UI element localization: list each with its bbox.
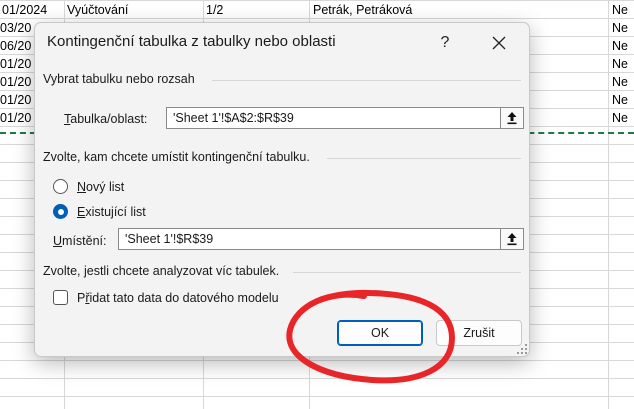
cell[interactable]: 01/20	[0, 73, 34, 91]
collapse-dialog-icon	[507, 233, 517, 246]
section-divider	[327, 158, 521, 159]
help-button[interactable]: ?	[431, 29, 459, 57]
location-label: Umístění:	[53, 234, 107, 248]
cancel-button[interactable]: Zrušit	[436, 320, 522, 346]
cell[interactable]: 01/20	[0, 91, 34, 109]
table-range-collapse-button[interactable]	[500, 107, 524, 129]
radio-existing-sheet-label[interactable]: Existující list	[77, 205, 146, 219]
section-placement: Zvolte, kam chcete umístit kontingenční …	[43, 150, 310, 164]
cell[interactable]: Ne	[612, 37, 634, 55]
cell[interactable]: 01/20	[0, 109, 34, 127]
close-button[interactable]	[485, 29, 513, 57]
cell[interactable]: Petrák, Petráková	[313, 1, 603, 19]
section-choose-table: Vybrat tabulku nebo rozsah	[43, 72, 195, 86]
cell[interactable]: Ne	[612, 73, 634, 91]
cell[interactable]: Ne	[612, 1, 634, 19]
cell[interactable]: Ne	[612, 55, 634, 73]
table-range-label: Tabulka/oblast:	[64, 112, 148, 126]
cell[interactable]: 01/20	[0, 55, 34, 73]
section-multiple-tables: Zvolte, jestli chcete analyzovat víc tab…	[43, 264, 280, 278]
cell[interactable]: 06/20	[0, 37, 34, 55]
cell[interactable]: 03/20	[0, 19, 34, 37]
row-divider	[0, 360, 634, 361]
data-model-checkbox-label[interactable]: Přidat tato data do datového modelu	[77, 291, 279, 305]
radio-new-sheet-label[interactable]: Nový list	[77, 180, 124, 194]
cell[interactable]: 01/2024	[2, 1, 62, 19]
section-divider	[293, 272, 521, 273]
data-model-checkbox[interactable]	[53, 290, 68, 305]
cell[interactable]: 1/2	[206, 1, 306, 19]
cell[interactable]: Ne	[612, 91, 634, 109]
location-input[interactable]	[119, 229, 499, 249]
dialog-title: Kontingenční tabulka z tabulky nebo obla…	[47, 33, 336, 50]
section-divider	[212, 80, 521, 81]
table-range-input[interactable]	[167, 108, 499, 128]
radio-new-sheet[interactable]	[53, 179, 68, 194]
location-field	[118, 228, 524, 250]
location-collapse-button[interactable]	[500, 228, 524, 250]
cell[interactable]: Ne	[612, 19, 634, 37]
close-icon	[492, 36, 506, 50]
radio-existing-sheet[interactable]	[53, 204, 68, 219]
cell[interactable]: Vyúčtování	[67, 1, 201, 19]
resize-grip-icon[interactable]	[517, 344, 527, 354]
collapse-dialog-icon	[507, 112, 517, 125]
row-divider	[0, 378, 634, 379]
ok-button[interactable]: OK	[337, 320, 423, 346]
table-range-field	[166, 107, 524, 129]
cell[interactable]: Ne	[612, 109, 634, 127]
row-divider	[0, 396, 634, 397]
pivot-table-dialog: Kontingenční tabulka z tabulky nebo obla…	[34, 22, 530, 357]
column-divider	[608, 0, 609, 409]
